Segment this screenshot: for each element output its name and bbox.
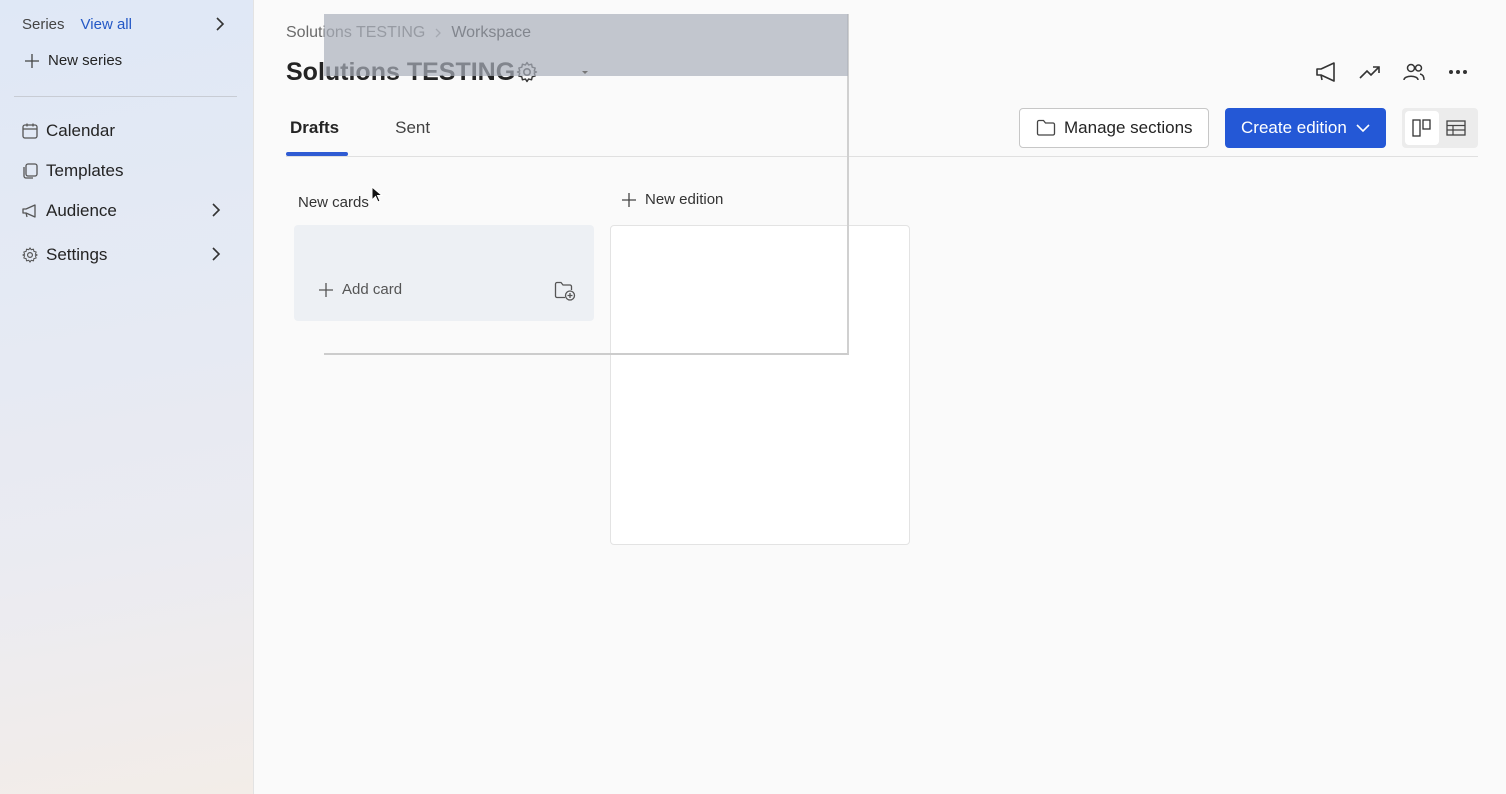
chevron-right-icon <box>210 246 222 267</box>
breadcrumb-parent[interactable]: Solutions TESTING <box>286 24 425 42</box>
breadcrumb: Solutions TESTING Workspace <box>286 24 531 42</box>
table-view-icon[interactable] <box>1439 111 1473 145</box>
header-actions <box>1310 60 1486 84</box>
gear-icon[interactable] <box>515 60 539 89</box>
series-header: Series View all <box>22 14 232 34</box>
calendar-icon <box>20 121 40 141</box>
chevron-down-icon <box>1355 123 1371 133</box>
create-edition-button[interactable]: Create edition <box>1225 108 1386 148</box>
sidebar-item-audience[interactable]: Audience <box>20 198 226 224</box>
new-series-label: New series <box>48 52 123 69</box>
people-icon[interactable] <box>1398 60 1430 84</box>
page-title: Solutions TESTING <box>286 58 516 86</box>
add-card-button[interactable]: Add card <box>318 281 402 298</box>
add-card-label: Add card <box>342 281 403 298</box>
megaphone-icon[interactable] <box>1310 60 1342 84</box>
folder-icon <box>1036 119 1056 136</box>
plus-icon <box>319 282 333 297</box>
sidebar-item-settings[interactable]: Settings <box>20 242 226 268</box>
new-cards-column: Add card <box>294 225 594 321</box>
mouse-cursor-icon <box>371 185 384 209</box>
plus-icon <box>622 192 636 207</box>
series-label: Series <box>22 15 65 33</box>
manage-sections-label: Manage sections <box>1064 118 1193 137</box>
new-edition-label: New edition <box>645 191 724 208</box>
sidebar-item-label: Templates <box>46 161 124 180</box>
plus-icon <box>25 53 39 68</box>
tab-divider <box>286 156 1478 157</box>
tab-drafts[interactable]: Drafts <box>286 108 349 156</box>
chevron-right-icon <box>433 27 443 39</box>
gear-icon <box>20 245 40 265</box>
more-icon[interactable] <box>1442 60 1474 84</box>
sidebar-item-label: Audience <box>46 201 117 220</box>
megaphone-icon <box>20 201 40 221</box>
templates-icon <box>20 161 40 181</box>
view-all-link[interactable]: View all <box>81 16 132 33</box>
sidebar-item-templates[interactable]: Templates <box>20 158 226 184</box>
tab-sent[interactable]: Sent <box>391 108 434 156</box>
view-toggle <box>1402 108 1478 148</box>
board-view-icon[interactable] <box>1405 111 1439 145</box>
sidebar-item-calendar[interactable]: Calendar <box>20 118 226 144</box>
new-edition-button[interactable]: New edition <box>621 191 723 208</box>
caret-down-icon <box>582 71 588 77</box>
sidebar-item-label: Settings <box>46 245 108 264</box>
chevron-right-icon <box>210 202 222 223</box>
tab-bar: Drafts Sent <box>286 108 482 156</box>
sidebar-item-label: Calendar <box>46 121 115 140</box>
folder-add-icon[interactable] <box>554 281 576 306</box>
chevron-right-icon[interactable] <box>214 16 226 36</box>
new-cards-header: New cards <box>298 194 369 211</box>
trending-up-icon[interactable] <box>1354 60 1386 84</box>
edition-panel <box>610 225 910 545</box>
sidebar-divider <box>14 96 237 97</box>
sidebar: Series View all New series Calendar Temp… <box>0 0 254 794</box>
create-edition-label: Create edition <box>1241 118 1347 137</box>
new-series-button[interactable]: New series <box>24 52 122 69</box>
breadcrumb-current: Workspace <box>451 24 532 41</box>
manage-sections-button[interactable]: Manage sections <box>1019 108 1209 148</box>
